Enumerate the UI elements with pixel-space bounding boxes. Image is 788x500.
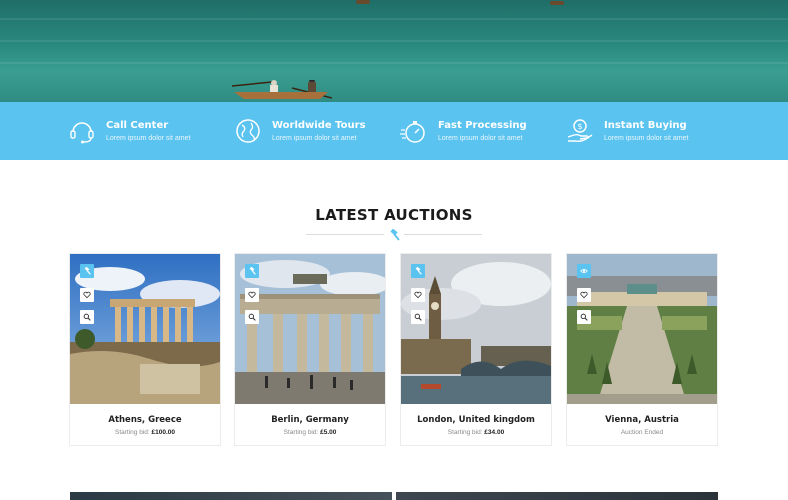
auction-name[interactable]: Berlin, Germany <box>235 415 385 425</box>
hero-banner <box>0 0 788 102</box>
auction-name[interactable]: Vienna, Austria <box>567 415 717 425</box>
auction-card-berlin[interactable]: Berlin, Germany Starting bid: £5.00 <box>234 253 386 446</box>
feature-desc: Lorem ipsum dolor sit amet <box>438 134 523 142</box>
feature-title: Call Center <box>106 119 169 131</box>
bid-label: Starting bid: <box>447 429 483 436</box>
heart-icon <box>83 291 91 299</box>
wishlist-button[interactable] <box>245 288 259 302</box>
search-icon <box>83 313 91 321</box>
gavel-icon <box>415 267 422 275</box>
bid-value: £34.00 <box>484 429 505 436</box>
zoom-button[interactable] <box>577 310 591 324</box>
auction-name[interactable]: London, United kingdom <box>401 415 551 425</box>
search-icon <box>580 313 588 321</box>
heart-icon <box>248 291 256 299</box>
gavel-icon <box>249 267 256 275</box>
feature-title: Worldwide Tours <box>272 119 366 131</box>
bid-gavel-button[interactable] <box>245 264 259 278</box>
distant-boat <box>356 0 370 4</box>
water-ripple <box>0 40 788 42</box>
promo-banner-right <box>396 492 718 500</box>
svg-text:$: $ <box>577 122 582 131</box>
search-icon <box>248 313 256 321</box>
bid-value: £5.00 <box>320 429 337 436</box>
bid-value: £100.00 <box>151 429 176 436</box>
globe-icon <box>236 119 260 143</box>
zoom-button[interactable] <box>411 310 425 324</box>
auction-card-athens[interactable]: Athens, Greece Starting bid: £100.00 <box>69 253 221 446</box>
auction-name[interactable]: Athens, Greece <box>70 415 220 425</box>
money-hand-icon: $ <box>567 119 593 142</box>
stopwatch-icon <box>400 121 425 143</box>
search-icon <box>414 313 422 321</box>
zoom-button[interactable] <box>80 310 94 324</box>
title-divider-right <box>404 234 482 235</box>
section-title: LATEST AUCTIONS <box>315 206 473 224</box>
wishlist-button[interactable] <box>411 288 425 302</box>
heart-icon <box>580 291 588 299</box>
feature-desc: Lorem ipsum dolor sit amet <box>604 134 689 142</box>
bid-label: Auction Ended <box>620 429 664 436</box>
eye-icon <box>580 268 588 274</box>
feature-worldwide-tours: Worldwide Tours Lorem ipsum dolor sit am… <box>234 102 366 160</box>
auction-card-vienna[interactable]: Vienna, Austria Auction Ended <box>566 253 718 446</box>
wishlist-button[interactable] <box>577 288 591 302</box>
rowboat-image <box>232 80 332 99</box>
auction-bid: Starting bid: £5.00 <box>235 429 385 436</box>
feature-instant-buying: $ Instant Buying Lorem ipsum dolor sit a… <box>566 102 688 160</box>
title-divider-left <box>306 234 384 235</box>
gavel-icon <box>390 229 400 241</box>
feature-desc: Lorem ipsum dolor sit amet <box>106 134 191 142</box>
feature-title: Fast Processing <box>438 119 527 131</box>
water-ripple <box>0 62 788 64</box>
feature-call-center: Call Center Lorem ipsum dolor sit amet <box>68 102 190 160</box>
promo-banner-left <box>70 492 392 500</box>
feature-title: Instant Buying <box>604 119 687 131</box>
wishlist-button[interactable] <box>80 288 94 302</box>
bid-label: Starting bid: <box>283 429 319 436</box>
zoom-button[interactable] <box>245 310 259 324</box>
auction-bid: Starting bid: £100.00 <box>70 429 220 436</box>
features-strip: Call Center Lorem ipsum dolor sit amet W… <box>0 102 788 160</box>
feature-fast-processing: Fast Processing Lorem ipsum dolor sit am… <box>400 102 527 160</box>
bid-label: Starting bid: <box>115 429 150 436</box>
auction-bid: Auction Ended <box>567 429 717 436</box>
distant-boat <box>550 1 564 5</box>
bid-gavel-button[interactable] <box>411 264 425 278</box>
view-eye-button[interactable] <box>577 264 591 278</box>
auction-card-london[interactable]: London, United kingdom Starting bid: £34… <box>400 253 552 446</box>
bid-gavel-button[interactable] <box>80 264 94 278</box>
headset-icon <box>70 122 94 144</box>
water-ripple <box>0 18 788 20</box>
auction-bid: Starting bid: £34.00 <box>401 429 551 436</box>
gavel-icon <box>84 267 91 275</box>
heart-icon <box>414 291 422 299</box>
feature-desc: Lorem ipsum dolor sit amet <box>272 134 357 142</box>
